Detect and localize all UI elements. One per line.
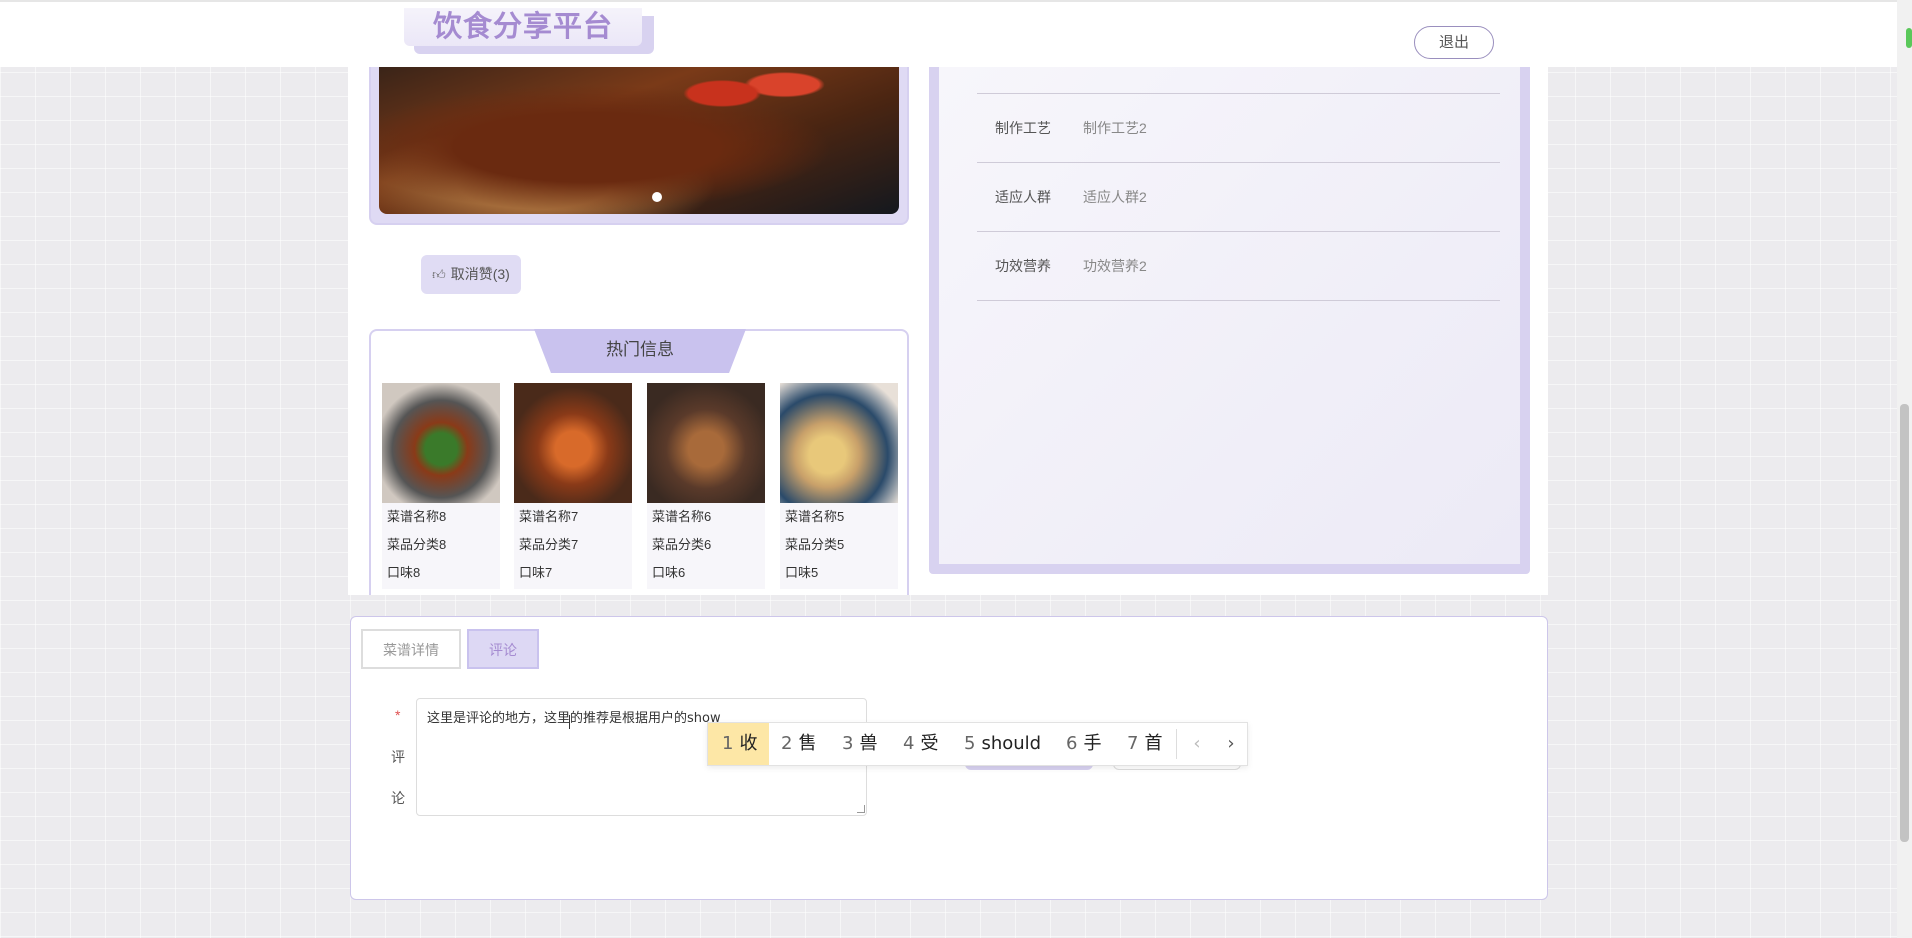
ime-candidate[interactable]: 3兽 xyxy=(842,723,877,765)
recipe-info-panel: 制作工艺 制作工艺2 适应人群 适应人群2 功效营养 功效营养2 xyxy=(929,67,1530,574)
info-key: 制作工艺 xyxy=(995,120,1051,136)
hot-item-category: 菜品分类7 xyxy=(519,537,579,552)
comment-label-char-2: 论 xyxy=(391,790,405,806)
ime-candidate-text: 收 xyxy=(739,733,758,754)
info-row: 适应人群 适应人群2 xyxy=(977,163,1500,232)
info-value: 制作工艺2 xyxy=(1083,120,1147,136)
ime-candidate[interactable]: 1收 xyxy=(708,723,769,765)
ime-candidate[interactable]: 2售 xyxy=(781,723,816,765)
ime-candidate-text: 手 xyxy=(1083,733,1102,754)
text-cursor-icon xyxy=(569,715,577,729)
ime-candidate-number: 4 xyxy=(903,733,915,754)
ime-candidate-number: 6 xyxy=(1066,733,1078,754)
hot-item-card[interactable]: 菜谱名称7 菜品分类7 口味7 xyxy=(514,383,632,589)
hot-item-name: 菜谱名称6 xyxy=(652,509,712,524)
ime-prev-page-icon[interactable]: ‹ xyxy=(1179,723,1215,765)
info-value: 适应人群2 xyxy=(1083,189,1147,205)
carousel-image xyxy=(379,67,899,214)
info-value: 功效营养2 xyxy=(1083,258,1147,274)
ime-candidate-text: 首 xyxy=(1144,733,1163,754)
hot-item-category: 菜品分类5 xyxy=(785,537,845,552)
hot-item-name: 菜谱名称8 xyxy=(387,509,447,524)
hot-item-image[interactable] xyxy=(647,383,765,503)
textarea-resize-handle[interactable] xyxy=(857,805,865,813)
hot-info-panel: 热门信息 菜谱名称8 菜品分类8 口味8 菜谱名称7 菜品分类7 口味7 菜谱名… xyxy=(369,329,909,595)
comment-label-char-1: 评 xyxy=(391,749,405,765)
ime-next-page-icon[interactable]: › xyxy=(1213,723,1249,765)
tab-comment[interactable]: 评论 xyxy=(467,629,539,669)
info-row-partial xyxy=(977,67,1500,94)
unlike-button[interactable]: 👍︎ 取消赞(3) xyxy=(421,255,521,294)
page-scrollbar[interactable] xyxy=(1897,0,1912,938)
scroll-indicator xyxy=(1906,28,1912,48)
image-carousel[interactable] xyxy=(369,67,909,225)
hot-item-card[interactable]: 菜谱名称5 菜品分类5 口味5 xyxy=(780,383,898,589)
info-key: 功效营养 xyxy=(995,258,1051,274)
hot-item-taste: 口味7 xyxy=(519,565,553,580)
ime-candidate-number: 7 xyxy=(1127,733,1139,754)
hot-item-taste: 口味5 xyxy=(785,565,819,580)
ime-candidate[interactable]: 4受 xyxy=(903,723,938,765)
recipe-info-inner: 制作工艺 制作工艺2 适应人群 适应人群2 功效营养 功效营养2 xyxy=(939,67,1520,564)
hot-item-taste: 口味8 xyxy=(387,565,421,580)
info-key: 适应人群 xyxy=(995,189,1051,205)
scrollbar-thumb[interactable] xyxy=(1900,404,1909,842)
hot-item-name: 菜谱名称5 xyxy=(785,509,845,524)
ime-candidate[interactable]: 5 should xyxy=(964,723,1041,765)
ime-candidate-number: 5 xyxy=(964,733,976,754)
hot-item-card[interactable]: 菜谱名称8 菜品分类8 口味8 xyxy=(382,383,500,589)
hot-item-name: 菜谱名称7 xyxy=(519,509,579,524)
logo-text: 饮食分享平台 xyxy=(404,8,642,46)
ime-separator xyxy=(1176,729,1177,759)
ime-candidate[interactable]: 7首 xyxy=(1127,723,1162,765)
hot-item-image[interactable] xyxy=(382,383,500,503)
logout-button[interactable]: 退出 xyxy=(1414,26,1494,59)
hot-item-image[interactable] xyxy=(514,383,632,503)
site-logo[interactable]: 饮食分享平台 xyxy=(404,8,654,54)
ime-candidate-bar: 1收 2售 3兽 4受 5 should 6手 7首 ‹ › xyxy=(707,722,1248,766)
ime-candidate-number: 1 xyxy=(722,733,734,754)
hot-info-title: 热门信息 xyxy=(534,329,746,373)
thumbs-up-icon: 👍︎ xyxy=(432,267,446,282)
unlike-label: 取消赞(3) xyxy=(450,266,510,282)
hot-item-category: 菜品分类8 xyxy=(387,537,447,552)
top-header: 饮食分享平台 退出 xyxy=(0,0,1897,67)
info-row: 功效营养 功效营养2 xyxy=(977,232,1500,301)
ime-candidate[interactable]: 6手 xyxy=(1066,723,1101,765)
ime-candidate-text: 兽 xyxy=(859,733,878,754)
ime-candidate-text: 售 xyxy=(798,733,817,754)
hot-item-taste: 口味6 xyxy=(652,565,686,580)
required-mark: * xyxy=(395,707,401,723)
ime-candidate-number: 3 xyxy=(842,733,854,754)
ime-candidate-text: 受 xyxy=(920,733,939,754)
hot-item-card[interactable]: 菜谱名称6 菜品分类6 口味6 xyxy=(647,383,765,589)
tab-recipe-detail[interactable]: 菜谱详情 xyxy=(361,629,461,669)
ime-candidate-text: should xyxy=(981,733,1042,754)
info-row: 制作工艺 制作工艺2 xyxy=(977,94,1500,163)
hot-item-image[interactable] xyxy=(780,383,898,503)
carousel-indicator-dot[interactable] xyxy=(652,192,662,202)
ime-candidate-number: 2 xyxy=(781,733,793,754)
hot-item-category: 菜品分类6 xyxy=(652,537,712,552)
